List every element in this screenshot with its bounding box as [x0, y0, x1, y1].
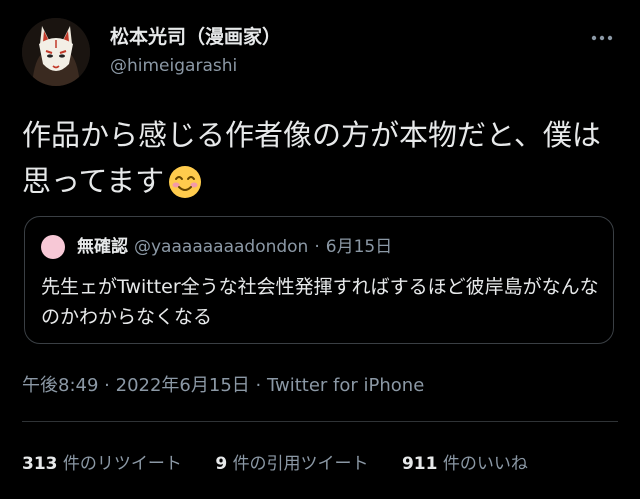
- retweets-stat[interactable]: 313 件のリツイート: [22, 452, 182, 476]
- engagement-stats: 313 件のリツイート 9 件の引用ツイート 911 件のいいね: [22, 452, 556, 476]
- quoted-separator: ·: [314, 237, 320, 257]
- tweet-source[interactable]: Twitter for iPhone: [267, 375, 424, 396]
- quoted-avatar[interactable]: [41, 235, 65, 259]
- quoted-handle[interactable]: @yaaaaaaaadondon: [134, 237, 308, 257]
- smiling-face-emoji-icon: [168, 165, 202, 212]
- quote-tweets-stat[interactable]: 9 件の引用ツイート: [215, 452, 368, 476]
- likes-count: 911: [401, 454, 438, 474]
- more-dots-icon: [591, 35, 613, 41]
- fox-mask-icon: [22, 18, 90, 86]
- tweet-text: 作品から感じる作者像の方が本物だと、僕は思ってます: [22, 112, 622, 212]
- quoted-display-name[interactable]: 無確認: [77, 237, 128, 257]
- quoted-tweet-text: 先生ェがTwitter全うな社会性発揮すればするほど彼岸島がなんなのかわからなく…: [41, 276, 599, 328]
- meta-separator: ·: [104, 375, 110, 396]
- quote-tweets-label: 件の引用ツイート: [232, 454, 369, 474]
- tweet-meta: 午後8:49 · 2022年6月15日 · Twitter for iPhone: [22, 373, 424, 399]
- likes-label: 件のいいね: [442, 454, 528, 474]
- quoted-tweet-card[interactable]: 無確認 @yaaaaaaaadondon · 6月15日 先生ェがTwitter全うな…: [24, 216, 614, 344]
- quoted-date[interactable]: 6月15日: [326, 237, 392, 257]
- divider: [22, 421, 618, 422]
- quoted-tweet-header: 無確認 @yaaaaaaaadondon · 6月15日: [77, 235, 392, 259]
- tweet-time[interactable]: 午後8:49: [22, 375, 98, 396]
- quote-tweets-count: 9: [215, 454, 228, 474]
- tweet-text-content: 作品から感じる作者像の方が本物だと、僕は思ってます: [22, 118, 601, 198]
- avatar[interactable]: [22, 18, 90, 86]
- author-handle[interactable]: @himeigarashi: [110, 55, 237, 77]
- tweet-date[interactable]: 2022年6月15日: [116, 375, 250, 396]
- more-options-button[interactable]: [584, 28, 620, 48]
- author-display-name[interactable]: 松本光司（漫画家）: [110, 25, 281, 49]
- meta-separator: ·: [255, 375, 262, 396]
- likes-stat[interactable]: 911 件のいいね: [402, 452, 528, 476]
- retweets-count: 313: [22, 454, 58, 474]
- retweets-label: 件のリツイート: [62, 454, 182, 474]
